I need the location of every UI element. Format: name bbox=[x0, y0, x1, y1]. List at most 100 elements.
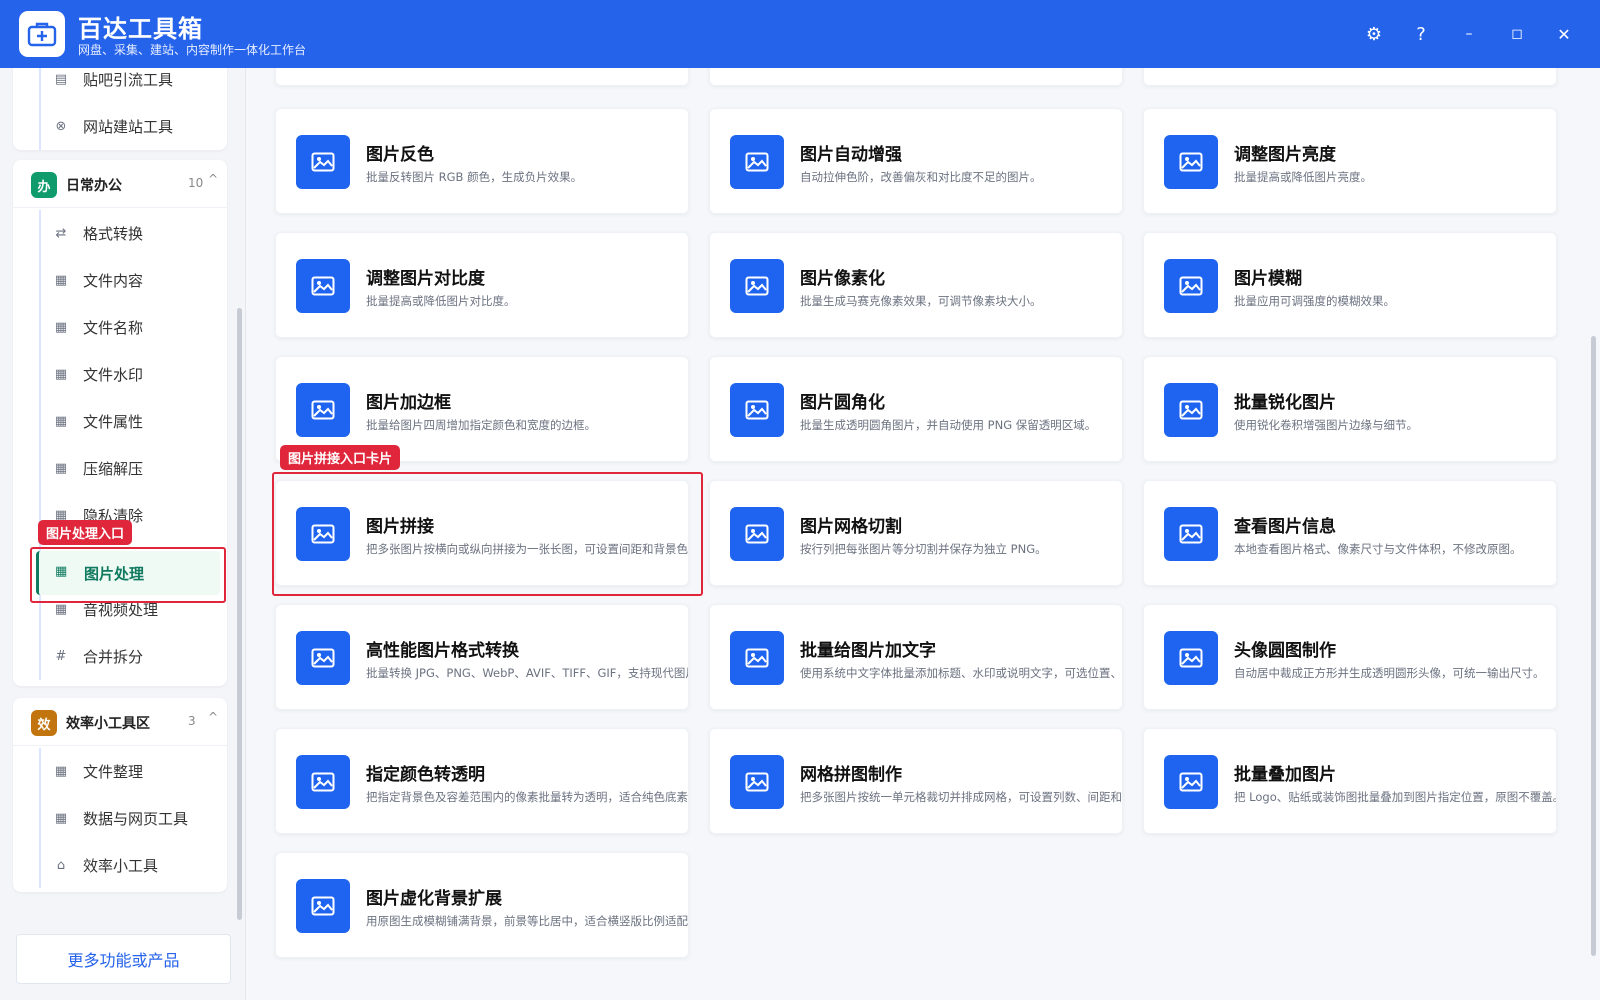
tool-card-description: 批量应用可调强度的模糊效果。 bbox=[1234, 294, 1395, 308]
tool-card-partial[interactable] bbox=[709, 68, 1123, 86]
sidebar-item-label: 格式转换 bbox=[83, 224, 144, 243]
toolbox-icon: ⌂ bbox=[56, 857, 66, 873]
tool-card-title: 头像圆图制作 bbox=[1234, 641, 1336, 661]
tool-card[interactable]: 图片自动增强 自动拉伸色阶，改善偏灰和对比度不足的图片。 bbox=[709, 108, 1123, 214]
sidebar-item-label: 贴吧引流工具 bbox=[83, 70, 174, 89]
sidebar-item-data-web[interactable]: ▦ 数据与网页工具 bbox=[13, 797, 227, 839]
image-icon bbox=[1164, 755, 1218, 809]
sidebar-item-compress[interactable]: ▦ 压缩解压 bbox=[13, 447, 227, 489]
sidebar-group-top: ▤ 贴吧引流工具 ⊗ 网站建站工具 bbox=[13, 68, 227, 150]
sidebar-item-format[interactable]: ⇄ 格式转换 bbox=[13, 212, 227, 254]
sidebar-item-tieba[interactable]: ▤ 贴吧引流工具 bbox=[13, 68, 227, 100]
tool-card-description: 批量反转图片 RGB 颜色，生成负片效果。 bbox=[366, 170, 583, 184]
tool-card[interactable]: 批量锐化图片 使用锐化卷积增强图片边缘与细节。 bbox=[1143, 356, 1557, 462]
grid-icon: ▦ bbox=[54, 413, 68, 429]
group-badge: 办 bbox=[31, 172, 57, 198]
sidebar-group-efficiency: 效 效率小工具区 3 ^ ▦ 文件整理 ▦ 数据与网页工具 ⌂ 效率小工具 bbox=[13, 698, 227, 892]
sidebar-item-content[interactable]: ▦ 文件内容 bbox=[13, 259, 227, 301]
tool-card-description: 按行列把每张图片等分切割并保存为独立 PNG。 bbox=[800, 542, 1047, 556]
sidebar-item-label: 效率小工具 bbox=[83, 856, 159, 875]
tool-card-description: 自动居中裁成正方形并生成透明圆形头像，可统一输出尺寸。 bbox=[1234, 666, 1545, 680]
tool-card-partial[interactable] bbox=[1143, 68, 1557, 86]
sidebar-item-attributes[interactable]: ▦ 文件属性 bbox=[13, 400, 227, 442]
tool-card-partial[interactable] bbox=[275, 68, 689, 86]
sidebar-scrollbar[interactable] bbox=[237, 308, 242, 920]
image-icon bbox=[1164, 507, 1218, 561]
sidebar-item-label: 文件水印 bbox=[83, 365, 144, 384]
tool-card[interactable]: 头像圆图制作自动居中裁成正方形并生成透明圆形头像，可统一输出尺寸。 bbox=[1143, 604, 1557, 710]
annotation-tag-card: 图片拼接入口卡片 bbox=[280, 445, 401, 470]
tool-card-title: 图片网格切割 bbox=[800, 517, 902, 537]
tool-card[interactable]: 图片像素化 批量生成马赛克像素效果，可调节像素块大小。 bbox=[709, 232, 1123, 338]
tool-card-title: 调整图片对比度 bbox=[366, 269, 485, 289]
tool-card[interactable]: 图片反色批量反转图片 RGB 颜色，生成负片效果。 bbox=[275, 108, 689, 214]
tool-card[interactable]: 查看图片信息本地查看图片格式、像素尺寸与文件体积，不修改原图。 bbox=[1143, 480, 1557, 586]
tool-card-description: 批量提高或降低图片亮度。 bbox=[1234, 170, 1372, 184]
image-icon bbox=[730, 631, 784, 685]
sidebar-item-efficiency-tools[interactable]: ⌂ 效率小工具 bbox=[13, 844, 227, 886]
minimize-icon[interactable]: – bbox=[1455, 20, 1483, 48]
app-subtitle: 网盘、采集、建站、内容制作一体化工作台 bbox=[78, 43, 307, 57]
annotation-box-sidebar bbox=[30, 547, 226, 603]
tool-card-title: 批量叠加图片 bbox=[1234, 765, 1336, 785]
grid-icon: ▦ bbox=[54, 601, 68, 617]
sidebar-item-filename[interactable]: ▦ 文件名称 bbox=[13, 306, 227, 348]
tool-card-title: 高性能图片格式转换 bbox=[366, 641, 519, 661]
image-icon bbox=[1164, 631, 1218, 685]
grid-icon: ▦ bbox=[54, 810, 68, 826]
tool-card[interactable]: 图片圆角化 批量生成透明圆角图片，并自动使用 PNG 保留透明区域。 bbox=[709, 356, 1123, 462]
maximize-icon[interactable]: ◻ bbox=[1503, 20, 1531, 48]
main-scrollbar[interactable] bbox=[1591, 336, 1596, 956]
sidebar-item-label: 文件名称 bbox=[83, 318, 144, 337]
tool-card[interactable]: 图片虚化背景扩展 用原图生成模糊铺满背景，前景等比居中，适合横竖版比例适配。 bbox=[275, 852, 689, 958]
tool-card-title: 图片加边框 bbox=[366, 393, 451, 413]
tool-card[interactable]: 调整图片对比度 批量提高或降低图片对比度。 bbox=[275, 232, 689, 338]
group-header-efficiency[interactable]: 效 效率小工具区 3 ^ bbox=[13, 698, 227, 746]
toolbox-logo-icon bbox=[19, 11, 65, 57]
grid-icon: ▦ bbox=[54, 763, 68, 779]
tool-card[interactable]: 图片模糊 批量应用可调强度的模糊效果。 bbox=[1143, 232, 1557, 338]
image-icon bbox=[730, 383, 784, 437]
tool-card[interactable]: 批量给图片加文字使用系统中文字体批量添加标题、水印或说明文字，可选位置、字号。 bbox=[709, 604, 1123, 710]
group-header-office[interactable]: 办 日常办公 10 ^ bbox=[13, 160, 227, 208]
help-icon[interactable]: ? bbox=[1407, 20, 1435, 48]
tool-card-description: 使用系统中文字体批量添加标题、水印或说明文字，可选位置、字号。 bbox=[800, 666, 1123, 680]
sidebar-item-website[interactable]: ⊗ 网站建站工具 bbox=[13, 105, 227, 147]
settings-gear-icon[interactable]: ⚙ bbox=[1360, 20, 1388, 48]
sidebar-item-label: 文件整理 bbox=[83, 762, 144, 781]
grid-icon: ▦ bbox=[54, 272, 68, 288]
tool-card[interactable]: 高性能图片格式转换 批量转换 JPG、PNG、WebP、AVIF、TIFF、GIF… bbox=[275, 604, 689, 710]
close-icon[interactable]: ✕ bbox=[1550, 20, 1578, 48]
group-count: 10 bbox=[188, 176, 204, 190]
sidebar-item-watermark[interactable]: ▦ 文件水印 bbox=[13, 353, 227, 395]
document-icon: ▤ bbox=[54, 71, 68, 87]
chevron-up-icon[interactable]: ^ bbox=[208, 172, 218, 186]
tool-card-description: 本地查看图片格式、像素尺寸与文件体积，不修改原图。 bbox=[1234, 542, 1522, 556]
tool-card-title: 批量给图片加文字 bbox=[800, 641, 936, 661]
tool-card-title: 查看图片信息 bbox=[1234, 517, 1336, 537]
grid-icon: ▦ bbox=[54, 319, 68, 335]
tool-card[interactable]: 指定颜色转透明 把指定背景色及容差范围内的像素批量转为透明，适合纯色底素材。 bbox=[275, 728, 689, 834]
tool-card[interactable]: 批量叠加图片把 Logo、贴纸或装饰图批量叠加到图片指定位置，原图不覆盖。 bbox=[1143, 728, 1557, 834]
sidebar-group-office: 办 日常办公 10 ^ ⇄ 格式转换 ▦ 文件内容 ▦ 文件名称 ▦ 文件水印 … bbox=[13, 160, 227, 686]
tool-card-description: 使用锐化卷积增强图片边缘与细节。 bbox=[1234, 418, 1418, 432]
tool-card-description: 把多张图片按统一单元格裁切并排成网格，可设置列数、间距和背景。 bbox=[800, 790, 1123, 804]
chevron-up-icon[interactable]: ^ bbox=[208, 710, 218, 724]
tool-card-description: 用原图生成模糊铺满背景，前景等比居中，适合横竖版比例适配。 bbox=[366, 914, 689, 928]
sidebar-item-file-organize[interactable]: ▦ 文件整理 bbox=[13, 750, 227, 792]
tool-card-description: 把指定背景色及容差范围内的像素批量转为透明，适合纯色底素材。 bbox=[366, 790, 689, 804]
title-bar: 百达工具箱 网盘、采集、建站、内容制作一体化工作台 ⚙ ? – ◻ ✕ bbox=[0, 0, 1600, 68]
more-products-button[interactable]: 更多功能或产品 bbox=[16, 934, 231, 984]
sidebar-item-merge-split[interactable]: # 合并拆分 bbox=[13, 635, 227, 677]
tool-card[interactable]: 调整图片亮度 批量提高或降低图片亮度。 bbox=[1143, 108, 1557, 214]
sidebar-item-label: 文件属性 bbox=[83, 412, 144, 431]
image-icon bbox=[296, 383, 350, 437]
tool-card-description: 把 Logo、贴纸或装饰图批量叠加到图片指定位置，原图不覆盖。 bbox=[1234, 790, 1557, 804]
tool-card-title: 图片自动增强 bbox=[800, 145, 902, 165]
tool-card[interactable]: 图片网格切割按行列把每张图片等分切割并保存为独立 PNG。 bbox=[709, 480, 1123, 586]
group-title: 日常办公 bbox=[66, 178, 122, 194]
group-badge: 效 bbox=[31, 710, 57, 736]
tool-card[interactable]: 网格拼图制作 把多张图片按统一单元格裁切并排成网格，可设置列数、间距和背景。 bbox=[709, 728, 1123, 834]
tool-card-title: 图片反色 bbox=[366, 145, 434, 165]
globe-icon: ⊗ bbox=[55, 118, 67, 134]
